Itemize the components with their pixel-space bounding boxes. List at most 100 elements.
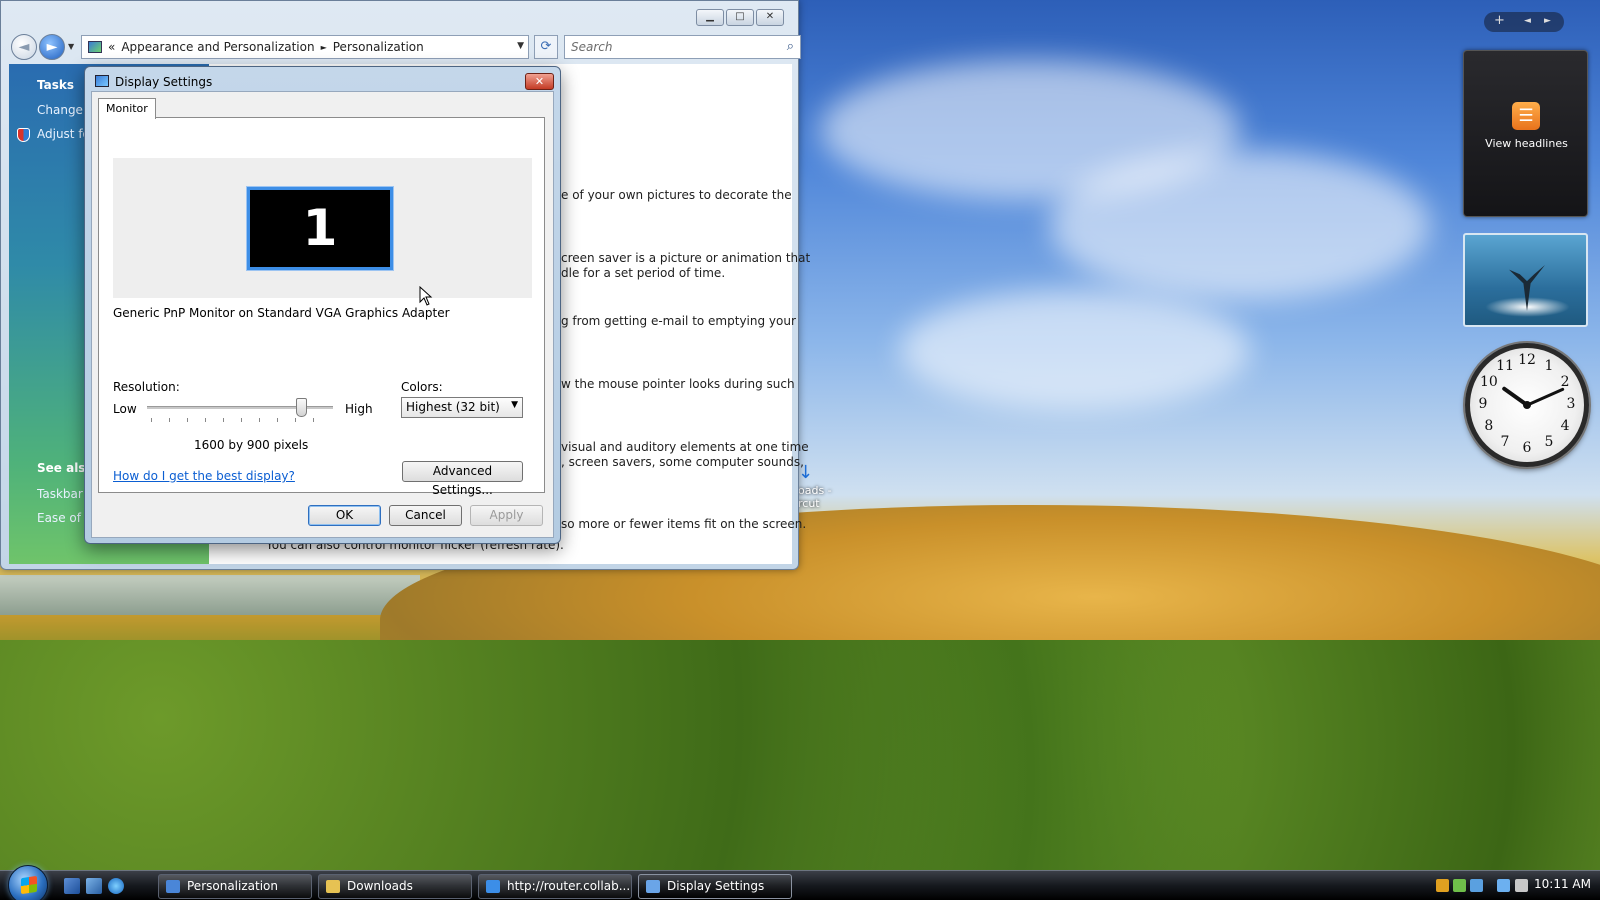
switch-windows-icon[interactable] bbox=[86, 878, 102, 894]
tray-app-icon[interactable] bbox=[1453, 879, 1466, 892]
dialog-body: Monitor 1 Generic PnP Monitor on Standar… bbox=[91, 91, 554, 538]
resolution-label: Resolution: bbox=[113, 380, 180, 394]
shortcut-label: oads - rcut bbox=[798, 484, 832, 510]
see-also-ease-of-access[interactable]: Ease of A bbox=[37, 511, 91, 525]
slider-low-label: Low bbox=[113, 402, 137, 416]
content-line: e of your own pictures to decorate the bbox=[561, 188, 792, 202]
monitor-description: Generic PnP Monitor on Standard VGA Grap… bbox=[113, 306, 450, 320]
start-button[interactable] bbox=[8, 865, 48, 900]
view-headlines-label[interactable]: View headlines bbox=[1464, 137, 1589, 150]
ie-icon bbox=[486, 880, 500, 893]
breadcrumb-appearance[interactable]: Appearance and Personalization bbox=[121, 40, 314, 54]
monitor-1-tile[interactable]: 1 bbox=[247, 187, 393, 270]
search-icon[interactable]: ⌕ bbox=[787, 39, 794, 54]
apply-button[interactable]: Apply bbox=[470, 505, 543, 526]
content-line: , screen savers, some computer sounds, bbox=[561, 455, 804, 469]
dialog-close-button[interactable]: ✕ bbox=[525, 73, 554, 90]
tab-monitor[interactable]: Monitor bbox=[98, 98, 156, 119]
dialog-title: Display Settings bbox=[115, 75, 213, 89]
internet-explorer-icon[interactable] bbox=[108, 878, 124, 894]
clock-center bbox=[1523, 401, 1531, 409]
best-display-help-link[interactable]: How do I get the best display? bbox=[113, 469, 295, 483]
clock-number: 6 bbox=[1522, 440, 1532, 456]
clock-number: 10 bbox=[1479, 374, 1498, 390]
show-desktop-icon[interactable] bbox=[64, 878, 80, 894]
search-placeholder: Search bbox=[571, 40, 613, 54]
next-gadgets-icon[interactable]: ► bbox=[1544, 16, 1551, 26]
resolution-value: 1600 by 900 pixels bbox=[194, 438, 309, 452]
cloud bbox=[900, 290, 1250, 410]
monitor-tab-panel: 1 Generic PnP Monitor on Standard VGA Gr… bbox=[98, 117, 545, 497]
content-line: creen saver is a picture or animation th… bbox=[561, 251, 811, 265]
rss-feed-icon: ☰ bbox=[1512, 102, 1540, 130]
refresh-icon: ⟳ bbox=[540, 39, 552, 54]
clock-number: 1 bbox=[1544, 357, 1554, 374]
taskbar: Personalization Downloads http://router.… bbox=[0, 865, 1600, 900]
clock-number: 11 bbox=[1496, 357, 1514, 374]
taskbar-item-browser[interactable]: http://router.collab... bbox=[478, 874, 632, 899]
clock-gadget[interactable]: 12 1 2 3 4 5 6 7 8 9 10 11 bbox=[1465, 343, 1589, 467]
previous-gadgets-icon[interactable]: ◄ bbox=[1524, 16, 1531, 26]
refresh-button[interactable]: ⟳ bbox=[534, 35, 558, 59]
task-link-change[interactable]: Change d bbox=[37, 103, 91, 117]
ok-button[interactable]: OK bbox=[308, 505, 381, 526]
back-button[interactable]: ◄ bbox=[11, 34, 37, 60]
green-shrubs bbox=[0, 640, 1600, 900]
clock-number: 2 bbox=[1560, 374, 1570, 390]
taskbar-item-personalization[interactable]: Personalization bbox=[158, 874, 312, 899]
breadcrumb-separator[interactable]: ► bbox=[321, 43, 327, 52]
content-line: g from getting e-mail to emptying your bbox=[561, 314, 796, 328]
address-bar[interactable]: « Appearance and Personalization ► Perso… bbox=[81, 35, 529, 59]
content-line: w the mouse pointer looks during such bbox=[561, 377, 795, 391]
network-icon[interactable] bbox=[1497, 879, 1510, 892]
taskbar-clock[interactable]: 10:11 AM bbox=[1534, 877, 1591, 891]
clock-minute-hand bbox=[1526, 387, 1565, 407]
recent-pages-dropdown[interactable]: ▼ bbox=[68, 42, 74, 51]
chevron-down-icon: ▼ bbox=[511, 400, 518, 410]
downloads-shortcut[interactable]: ↓ oads - rcut bbox=[798, 462, 838, 512]
advanced-settings-button[interactable]: Advanced Settings... bbox=[402, 461, 523, 497]
clock-number: 8 bbox=[1484, 418, 1494, 434]
see-also-taskbar[interactable]: Taskbar a bbox=[37, 487, 91, 501]
feed-headlines-gadget[interactable]: ☰ View headlines bbox=[1463, 50, 1588, 217]
monitor-arrangement-area: 1 bbox=[113, 158, 532, 298]
slider-high-label: High bbox=[345, 402, 373, 416]
colors-select[interactable]: Highest (32 bit) ▼ bbox=[401, 397, 523, 418]
control-panel-icon bbox=[166, 880, 180, 893]
uac-shield-icon bbox=[17, 128, 30, 142]
resolution-slider-ticks bbox=[151, 418, 331, 422]
resolution-slider-thumb[interactable] bbox=[296, 398, 308, 417]
minimize-button[interactable]: ▁ bbox=[696, 9, 724, 26]
taskbar-item-label: http://router.collab... bbox=[507, 879, 631, 893]
tray-status-icon[interactable] bbox=[1470, 879, 1483, 892]
cloud bbox=[1050, 150, 1430, 300]
display-settings-icon bbox=[95, 75, 109, 87]
folder-icon bbox=[326, 880, 340, 893]
cancel-button[interactable]: Cancel bbox=[389, 505, 462, 526]
security-shield-icon[interactable] bbox=[1436, 879, 1449, 892]
task-link-adjust[interactable]: Adjust fo bbox=[37, 127, 91, 141]
taskbar-item-label: Display Settings bbox=[667, 879, 765, 893]
window-controls: ▁ □ ✕ bbox=[696, 9, 784, 26]
taskbar-item-downloads[interactable]: Downloads bbox=[318, 874, 472, 899]
taskbar-item-display-settings[interactable]: Display Settings bbox=[638, 874, 792, 899]
water bbox=[0, 575, 420, 615]
forward-button[interactable]: ► bbox=[39, 34, 65, 60]
search-input[interactable]: Search ⌕ bbox=[564, 35, 801, 59]
back-arrow-icon: ◄ bbox=[18, 39, 30, 55]
breadcrumb-overflow[interactable]: « bbox=[108, 40, 115, 54]
volume-muted-icon[interactable] bbox=[1515, 879, 1528, 892]
taskbar-item-label: Personalization bbox=[187, 879, 278, 893]
add-gadget-icon[interactable]: + bbox=[1494, 13, 1505, 28]
navigation-bar: ◄ ► ▼ « Appearance and Personalization ►… bbox=[11, 34, 801, 62]
slideshow-gadget[interactable] bbox=[1463, 233, 1588, 327]
close-button[interactable]: ✕ bbox=[756, 9, 784, 26]
content-line: visual and auditory elements at one time bbox=[561, 440, 809, 454]
clock-number: 9 bbox=[1478, 396, 1488, 412]
breadcrumb-personalization[interactable]: Personalization bbox=[333, 40, 424, 54]
maximize-button[interactable]: □ bbox=[726, 9, 754, 26]
clock-number: 4 bbox=[1560, 418, 1570, 434]
display-settings-dialog: Display Settings ✕ Monitor 1 Generic PnP… bbox=[84, 66, 561, 544]
mouse-cursor-icon bbox=[419, 285, 433, 309]
address-dropdown-icon[interactable]: ▼ bbox=[517, 41, 524, 51]
